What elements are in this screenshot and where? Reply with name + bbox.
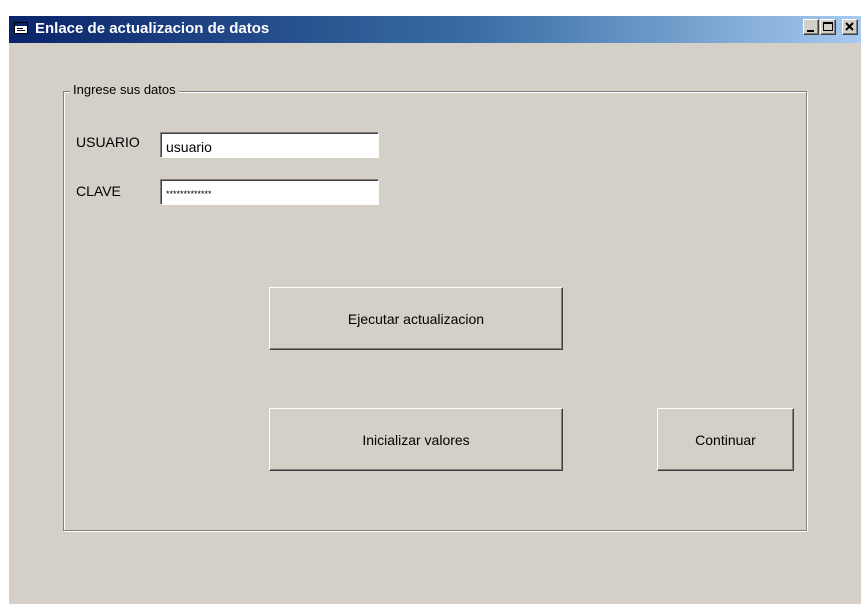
clave-input[interactable] (160, 179, 379, 205)
app-form-icon[interactable] (14, 21, 28, 35)
minimize-icon (807, 30, 814, 32)
title-bar[interactable]: Enlace de actualizacion de datos (9, 16, 861, 43)
clave-label: CLAVE (76, 183, 121, 199)
ejecutar-actualizacion-button[interactable]: Ejecutar actualizacion (269, 287, 563, 350)
minimize-button[interactable] (803, 19, 819, 35)
continuar-button[interactable]: Continuar (657, 408, 794, 471)
maximize-button[interactable] (820, 19, 836, 35)
close-button[interactable] (842, 19, 858, 35)
window-title: Enlace de actualizacion de datos (35, 20, 270, 37)
inicializar-valores-button[interactable]: Inicializar valores (269, 408, 563, 471)
app-window: Enlace de actualizacion de datos Ingrese… (9, 16, 861, 604)
usuario-input[interactable] (160, 132, 379, 158)
close-icon (845, 22, 854, 31)
groupbox-label: Ingrese sus datos (70, 81, 179, 99)
usuario-label: USUARIO (76, 134, 140, 150)
maximize-icon (823, 22, 833, 31)
